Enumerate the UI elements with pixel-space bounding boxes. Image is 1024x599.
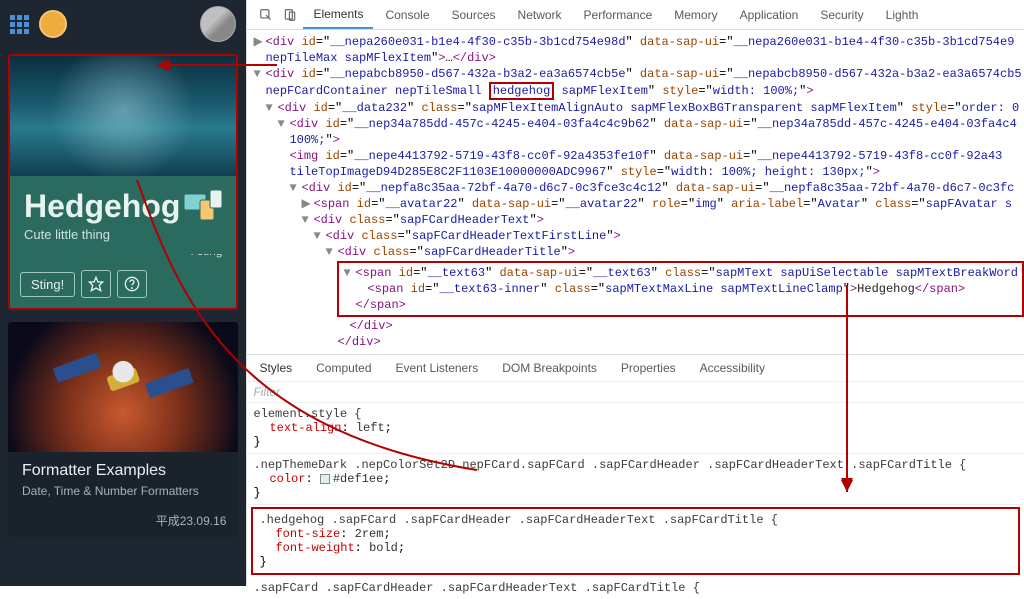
app-sidebar: Hedgehog Cute little thing I sting Sting… xyxy=(0,0,246,586)
dom-selected-block[interactable]: ▼<span id="__text63" data-sap-ui="__text… xyxy=(253,260,1024,318)
dom-node-close: </div> xyxy=(253,318,1024,334)
dom-node[interactable]: ▼<div id="__data232" class="sapMFlexItem… xyxy=(253,100,1024,116)
styles-tab-properties[interactable]: Properties xyxy=(609,355,688,381)
styles-tab-computed[interactable]: Computed xyxy=(304,355,383,381)
user-avatar[interactable] xyxy=(200,6,236,42)
dom-node-cont: 100%;"> xyxy=(253,132,1024,148)
css-rule-generic[interactable]: .sapFCard .sapFCardHeader .sapFCardHeade… xyxy=(247,577,1024,599)
css-rule-element-style[interactable]: element.style { text-align: left; } xyxy=(247,403,1024,454)
tab-sources[interactable]: Sources xyxy=(442,2,506,28)
styles-tab-breakpoints[interactable]: DOM Breakpoints xyxy=(490,355,609,381)
dom-node[interactable]: <img id="__nepe4413792-5719-43f8-cc0f-92… xyxy=(253,148,1024,164)
card-hedgehog-footer: I sting xyxy=(10,254,236,270)
tab-console[interactable]: Console xyxy=(375,2,439,28)
sting-button[interactable]: Sting! xyxy=(20,272,75,297)
tab-network[interactable]: Network xyxy=(508,2,572,28)
tab-memory[interactable]: Memory xyxy=(664,2,727,28)
dom-node-close: </div> xyxy=(253,334,1024,350)
styles-tab-styles[interactable]: Styles xyxy=(247,355,304,381)
highlighted-class-hedgehog: hedgehog xyxy=(489,82,555,100)
inspect-icon[interactable] xyxy=(255,4,277,26)
dom-node[interactable]: ▼<div class="sapFCardHeaderTextFirstLine… xyxy=(253,228,1024,244)
dom-node[interactable]: ▼<div id="__nepfa8c35aa-72bf-4a70-d6c7-0… xyxy=(253,180,1024,196)
devtools-tabs: Elements Console Sources Network Perform… xyxy=(247,0,1024,30)
color-swatch-icon[interactable] xyxy=(320,474,330,484)
card-hedgehog-actions: Sting! xyxy=(10,270,236,308)
tab-application[interactable]: Application xyxy=(730,2,809,28)
dom-node[interactable]: ▼<div class="sapFCardHeaderText"> xyxy=(253,212,1024,228)
dom-node-cont: tileTopImageD94D285E8C2F1103E10000000ADC… xyxy=(253,164,1024,180)
card-formatters-image xyxy=(8,322,238,452)
styles-panel: Styles Computed Event Listeners DOM Brea… xyxy=(247,354,1024,586)
home-button[interactable] xyxy=(39,10,67,38)
help-button[interactable] xyxy=(117,270,147,298)
topbar xyxy=(0,0,246,48)
card-hedgehog: Hedgehog Cute little thing I sting Sting… xyxy=(8,54,238,310)
styles-tabs: Styles Computed Event Listeners DOM Brea… xyxy=(247,355,1024,382)
card-hedgehog-body: Hedgehog Cute little thing xyxy=(10,176,236,254)
dom-node[interactable]: ▶<div id="__nepa260e031-b1e4-4f30-c35b-3… xyxy=(253,34,1024,50)
card-formatters[interactable]: Formatter Examples Date, Time & Number F… xyxy=(8,322,238,537)
dom-node-cont: nepTileMax sapMFlexItem">…</div> xyxy=(253,50,1024,66)
tab-performance[interactable]: Performance xyxy=(574,2,663,28)
tab-lighthouse[interactable]: Lighth xyxy=(876,2,929,28)
apps-grid-icon[interactable] xyxy=(10,15,29,34)
satellite-icon xyxy=(8,322,238,452)
styles-tab-listeners[interactable]: Event Listeners xyxy=(384,355,491,381)
dom-node[interactable]: ▼<div id="__nepabcb8950-d567-432a-b3a2-e… xyxy=(253,66,1024,82)
dom-tree[interactable]: ▶<div id="__nepa260e031-b1e4-4f30-c35b-3… xyxy=(247,30,1024,354)
css-rule-hedgehog[interactable]: .hedgehog .sapFCard .sapFCardHeader .sap… xyxy=(251,507,1020,575)
tab-elements[interactable]: Elements xyxy=(303,1,373,29)
devices-icon xyxy=(182,188,224,224)
dom-node[interactable]: ▼<div id="__nep34a785dd-457c-4245-e404-0… xyxy=(253,116,1024,132)
card-formatters-subtitle: Date, Time & Number Formatters xyxy=(22,484,224,498)
device-toggle-icon[interactable] xyxy=(279,4,301,26)
card-formatters-title: Formatter Examples xyxy=(22,462,224,480)
card-formatters-date: 平成23.09.16 xyxy=(8,512,238,537)
card-hedgehog-image xyxy=(10,56,236,176)
card-formatters-body: Formatter Examples Date, Time & Number F… xyxy=(8,452,238,512)
styles-tab-accessibility[interactable]: Accessibility xyxy=(688,355,777,381)
tab-security[interactable]: Security xyxy=(810,2,873,28)
styles-filter[interactable]: Filter xyxy=(247,382,1024,403)
dom-node-cont: nepFCardContainer nepTileSmall hedgehog … xyxy=(253,82,1024,100)
devtools-panel: Elements Console Sources Network Perform… xyxy=(246,0,1024,586)
dom-node[interactable]: ▶<span id="__avatar22" data-sap-ui="__av… xyxy=(253,196,1024,212)
dom-node[interactable]: ▼<div class="sapFCardHeaderTitle"> xyxy=(253,244,1024,260)
card-hedgehog-subtitle: Cute little thing xyxy=(24,227,222,242)
css-rule-theme-dark[interactable]: .nepThemeDark .nepColorSet2D.nepFCard.sa… xyxy=(247,454,1024,505)
favorite-button[interactable] xyxy=(81,270,111,298)
